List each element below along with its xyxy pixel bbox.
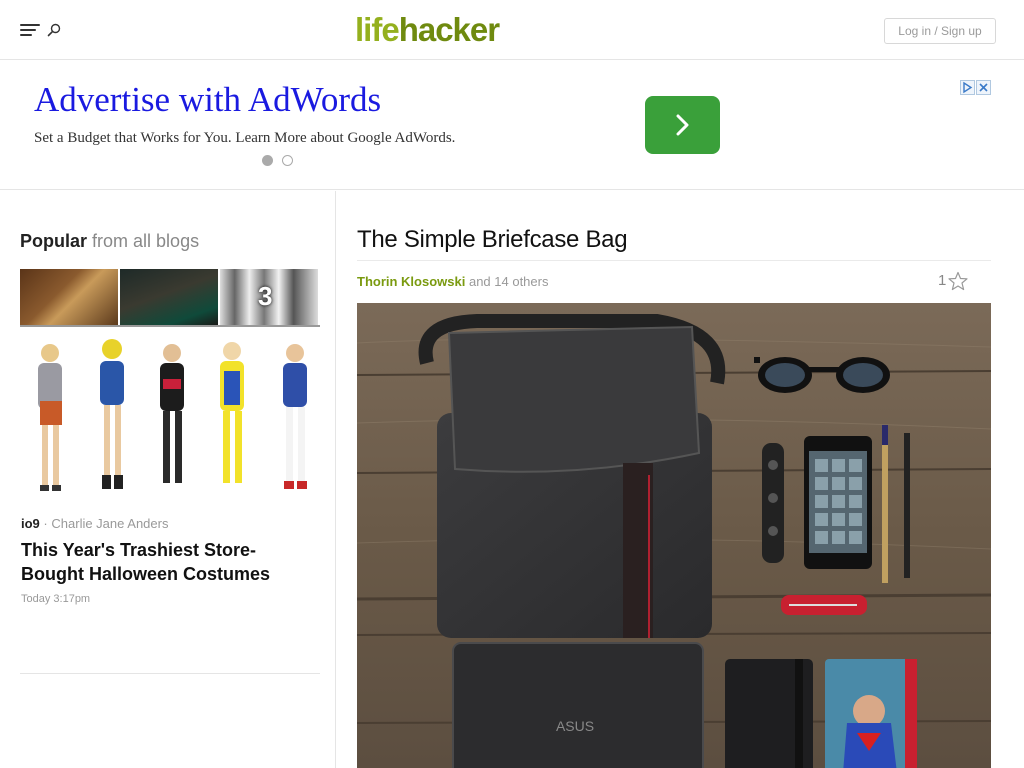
article-author-link[interactable]: Thorin Klosowski xyxy=(357,274,465,289)
article-title[interactable]: The Simple Briefcase Bag xyxy=(357,225,628,255)
story-headline-link[interactable]: This Year's Trashiest Store-Bought Hallo… xyxy=(21,538,311,586)
story-blog-link[interactable]: io9 xyxy=(21,516,40,531)
popular-label: Popular xyxy=(20,231,88,251)
meta-separator: · xyxy=(43,516,48,531)
close-ad-icon[interactable] xyxy=(976,80,991,95)
ad-description: Set a Budget that Works for You. Learn M… xyxy=(34,130,456,146)
ad-dot-inactive[interactable] xyxy=(282,155,293,166)
story-timestamp: Today 3:17pm xyxy=(21,593,91,605)
like-count: 1 xyxy=(938,272,947,289)
thumbnail-popcorn[interactable] xyxy=(20,269,118,325)
ad-title-link[interactable]: Advertise with AdWords xyxy=(34,79,381,121)
popular-sub-label: from all blogs xyxy=(92,231,200,251)
featured-story-image[interactable] xyxy=(20,331,320,503)
chevron-right-icon xyxy=(676,114,689,136)
top-navigation-bar: lifehacker Log in / Sign up xyxy=(0,0,1024,60)
popular-sidebar: Popular from all blogs 3 io9 · Charlie J… xyxy=(0,191,336,768)
divider xyxy=(20,673,320,674)
adchoices-icon[interactable] xyxy=(960,80,975,95)
star-icon[interactable] xyxy=(948,271,968,291)
ad-choices xyxy=(960,80,992,96)
main-article: The Simple Briefcase Bag Thorin Klosowsk… xyxy=(337,191,1024,768)
article-hero-image[interactable]: ASUS xyxy=(357,303,991,768)
thumbnail-movie-scene[interactable] xyxy=(120,269,218,325)
article-byline: Thorin Klosowski and 14 others xyxy=(357,274,548,290)
thumbnail-costumes[interactable]: 3 xyxy=(220,269,318,325)
divider xyxy=(357,260,991,261)
logo-text-hacker: hacker xyxy=(398,11,500,48)
ad-dot-active[interactable] xyxy=(262,155,273,166)
popular-thumbnails: 3 xyxy=(20,269,320,327)
article-others-link[interactable]: and 14 others xyxy=(469,274,549,289)
story-meta: io9 · Charlie Jane Anders xyxy=(21,516,168,532)
laptop-brand-logo: ASUS xyxy=(556,718,594,734)
thumbnail-active-indicator xyxy=(20,325,320,327)
ad-banner: Advertise with AdWords Set a Budget that… xyxy=(0,61,1024,190)
popular-heading: Popular from all blogs xyxy=(20,230,199,252)
ad-go-button[interactable] xyxy=(645,96,720,154)
search-icon[interactable] xyxy=(46,22,62,38)
login-signup-button[interactable]: Log in / Sign up xyxy=(884,18,996,44)
story-author-link[interactable]: Charlie Jane Anders xyxy=(51,516,168,531)
hamburger-menu-icon[interactable] xyxy=(20,22,40,38)
logo-text-life: life xyxy=(355,11,400,48)
site-logo[interactable]: lifehacker xyxy=(355,11,500,49)
thumbnail-index: 3 xyxy=(258,281,273,311)
